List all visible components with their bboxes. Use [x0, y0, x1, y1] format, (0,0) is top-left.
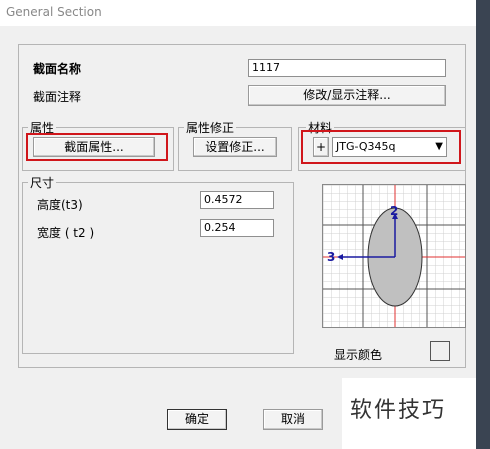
section-preview-canvas: 2 3 [323, 185, 465, 327]
modifier-group-label: 属性修正 [184, 119, 237, 136]
display-color-swatch[interactable] [430, 341, 450, 361]
section-name-input[interactable]: 1117 [248, 59, 446, 77]
title-bar: General Section [0, 0, 490, 26]
display-color-label: 显示颜色 [334, 348, 383, 362]
set-modifier-button[interactable]: 设置修正... [193, 137, 277, 157]
background-window-edge [476, 0, 490, 449]
material-selected-value: JTG-Q345q [336, 140, 396, 153]
section-preview: 2 3 [322, 184, 466, 328]
section-property-button[interactable]: 截面属性... [33, 137, 155, 157]
dimensions-group-label: 尺寸 [28, 174, 57, 191]
height-input[interactable]: 0.4572 [200, 191, 274, 209]
chevron-down-icon: ▼ [435, 141, 443, 152]
height-label: 高度(t3) [37, 198, 83, 212]
ok-button[interactable]: 确定 [167, 409, 227, 430]
add-material-button[interactable]: + [313, 137, 329, 157]
section-name-label: 截面名称 [33, 62, 82, 76]
width-input[interactable]: 0.254 [200, 219, 274, 237]
edit-note-button[interactable]: 修改/显示注释... [248, 85, 446, 106]
axis-2-label: 2 [390, 204, 398, 218]
material-select[interactable]: JTG-Q345q ▼ [332, 137, 447, 157]
watermark-text: 软件技巧 [350, 398, 447, 423]
cancel-button[interactable]: 取消 [263, 409, 323, 430]
section-note-label: 截面注释 [33, 90, 82, 104]
window-title: General Section [6, 5, 102, 19]
axis-3-label: 3 [327, 250, 335, 264]
width-label: 宽度 ( t2 ) [37, 226, 95, 240]
